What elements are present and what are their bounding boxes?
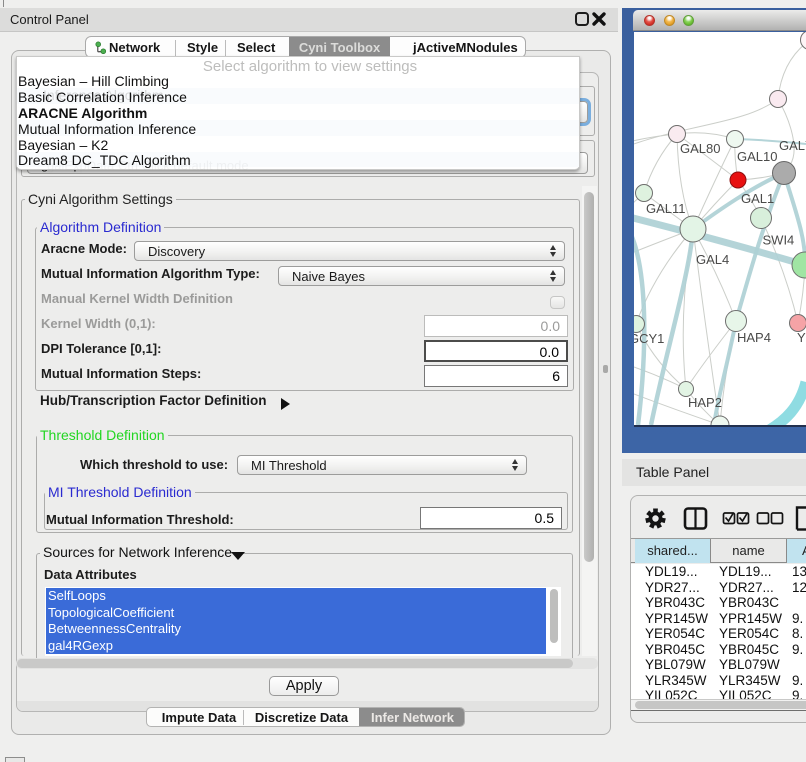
svg-text:Y: Y (797, 330, 806, 345)
svg-text:GAL10: GAL10 (737, 149, 777, 164)
svg-text:HAP4: HAP4 (737, 330, 771, 345)
svg-text:GAL7: GAL7 (779, 138, 806, 153)
svg-text:GAL1: GAL1 (741, 191, 774, 206)
svg-text:GAL80: GAL80 (680, 141, 720, 156)
svg-text:GCY1: GCY1 (634, 331, 664, 346)
svg-text:SWI4: SWI4 (763, 233, 795, 248)
svg-text:HAP2: HAP2 (688, 395, 722, 410)
svg-text:GAL11: GAL11 (646, 201, 686, 216)
svg-text:GAL4: GAL4 (696, 252, 729, 267)
